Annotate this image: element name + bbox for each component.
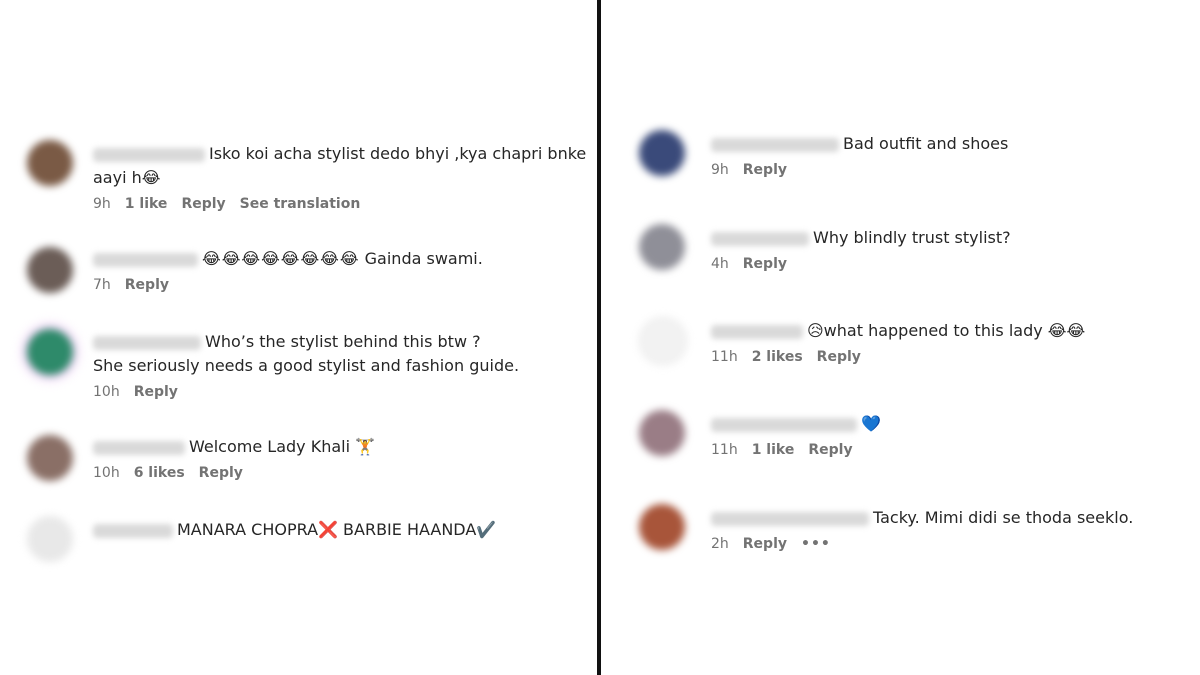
username-blurred[interactable] — [93, 523, 173, 538]
reply-button[interactable]: Reply — [134, 384, 178, 400]
username-blurred[interactable] — [93, 147, 205, 162]
reply-button[interactable]: Reply — [743, 536, 787, 552]
avatar[interactable] — [639, 224, 685, 270]
comment-time: 4h — [711, 256, 729, 272]
username-blurred[interactable] — [711, 231, 809, 246]
comment-meta: 4h Reply — [711, 256, 1011, 272]
username-blurred[interactable] — [711, 324, 803, 339]
comment-body: Bad outfit and shoes 9h Reply — [711, 132, 1008, 178]
reply-button[interactable]: Reply — [817, 349, 861, 365]
comment-meta: 11h 2 likes Reply — [711, 349, 1085, 365]
comment-meta: 10h Reply — [93, 384, 519, 400]
reply-button[interactable]: Reply — [743, 256, 787, 272]
comment-text: Who’s the stylist behind this btw ? — [93, 330, 519, 354]
likes-count[interactable]: 1 like — [752, 442, 795, 458]
avatar[interactable] — [639, 130, 685, 176]
comment-text-line: Tacky. Mimi didi se thoda seeklo. — [873, 508, 1134, 527]
avatar[interactable] — [27, 247, 73, 293]
likes-count[interactable]: 6 likes — [134, 465, 185, 481]
comment-meta: 9h 1 like Reply See translation — [93, 196, 586, 212]
comment-body: 💙 11h 1 like Reply — [711, 412, 881, 458]
comment-text: Welcome Lady Khali 🏋 — [93, 435, 375, 459]
right-comments-panel: Bad outfit and shoes 9h Reply Why blindly… — [601, 0, 1200, 675]
left-comments-panel: Isko koi acha stylist dedo bhyi ,kya cha… — [0, 0, 597, 675]
comment-meta: 9h Reply — [711, 162, 1008, 178]
comment-time: 9h — [93, 196, 111, 212]
comment-text: 😥what happened to this lady 😂😂 — [711, 319, 1085, 343]
reply-button[interactable]: Reply — [199, 465, 243, 481]
comment-text: Isko koi acha stylist dedo bhyi ,kya cha… — [93, 142, 586, 166]
comment-body: Welcome Lady Khali 🏋 10h 6 likes Reply — [93, 435, 375, 481]
comment-text-line: Gainda swami. — [364, 249, 483, 268]
avatar[interactable] — [27, 329, 73, 375]
comment-text-line: Bad outfit and shoes — [843, 134, 1009, 153]
reply-button[interactable]: Reply — [808, 442, 852, 458]
comment-body: 😥what happened to this lady 😂😂 11h 2 like… — [711, 319, 1085, 365]
comment-text-line: Welcome Lady Khali 🏋 — [189, 437, 376, 456]
avatar[interactable] — [27, 140, 73, 186]
comment-time: 7h — [93, 277, 111, 293]
comment-text-line: 😥what happened to this lady 😂😂 — [807, 321, 1086, 340]
avatar[interactable] — [639, 317, 687, 365]
username-blurred[interactable] — [711, 511, 869, 526]
comment-body: 😂😂😂😂😂😂😂😂 Gainda swami. 7h Reply — [93, 247, 483, 293]
comment-time: 11h — [711, 349, 738, 365]
reply-button[interactable]: Reply — [743, 162, 787, 178]
heart-icon: 💙 — [861, 414, 881, 433]
reply-button[interactable]: Reply — [125, 277, 169, 293]
comment-body: Why blindly trust stylist? 4h Reply — [711, 226, 1011, 272]
comment-text: MANARA CHOPRA❌ BARBIE HAANDA✔️ — [93, 518, 496, 542]
see-translation-button[interactable]: See translation — [240, 196, 361, 212]
comment-body: Isko koi acha stylist dedo bhyi ,kya cha… — [93, 142, 586, 212]
username-blurred[interactable] — [93, 335, 201, 350]
comment-text-line: Isko koi acha stylist dedo bhyi ,kya cha… — [209, 144, 587, 163]
username-blurred[interactable] — [711, 137, 839, 152]
comment-meta: 7h Reply — [93, 277, 483, 293]
comment-text-line: She seriously needs a good stylist and f… — [93, 356, 520, 375]
comment-meta: 2h Reply ••• — [711, 536, 1133, 552]
avatar[interactable] — [27, 516, 73, 562]
comment-body: Tacky. Mimi didi se thoda seeklo. 2h Repl… — [711, 506, 1133, 552]
username-blurred[interactable] — [93, 440, 185, 455]
likes-count[interactable]: 1 like — [125, 196, 168, 212]
comment-time: 11h — [711, 442, 738, 458]
emoji-text: 😂😂😂😂😂😂😂😂 — [202, 249, 360, 268]
avatar[interactable] — [639, 410, 685, 456]
comment-meta: 10h 6 likes Reply — [93, 465, 375, 481]
comment-text-line: Why blindly trust stylist? — [813, 228, 1011, 247]
comment-body: Who’s the stylist behind this btw ? She … — [93, 330, 519, 400]
comment-time: 2h — [711, 536, 729, 552]
comment-text-line: MANARA CHOPRA❌ BARBIE HAANDA✔️ — [177, 520, 497, 539]
comment-text-line: Who’s the stylist behind this btw ? — [205, 332, 481, 351]
avatar[interactable] — [27, 435, 73, 481]
reply-button[interactable]: Reply — [181, 196, 225, 212]
comment-text: Tacky. Mimi didi se thoda seeklo. — [711, 506, 1133, 530]
comment-text: Why blindly trust stylist? — [711, 226, 1011, 250]
comment-text-line: aayi h😂 — [93, 168, 161, 187]
comment-meta: 11h 1 like Reply — [711, 442, 881, 458]
likes-count[interactable]: 2 likes — [752, 349, 803, 365]
more-options-icon[interactable]: ••• — [801, 536, 831, 552]
comment-time: 10h — [93, 384, 120, 400]
username-blurred[interactable] — [711, 417, 857, 432]
comment-body: MANARA CHOPRA❌ BARBIE HAANDA✔️ — [93, 518, 496, 542]
comment-text: 😂😂😂😂😂😂😂😂 Gainda swami. — [93, 247, 483, 271]
comment-time: 9h — [711, 162, 729, 178]
comment-text: 💙 — [711, 412, 881, 436]
avatar[interactable] — [639, 504, 685, 550]
comment-text: Bad outfit and shoes — [711, 132, 1008, 156]
username-blurred[interactable] — [93, 252, 198, 267]
comment-time: 10h — [93, 465, 120, 481]
